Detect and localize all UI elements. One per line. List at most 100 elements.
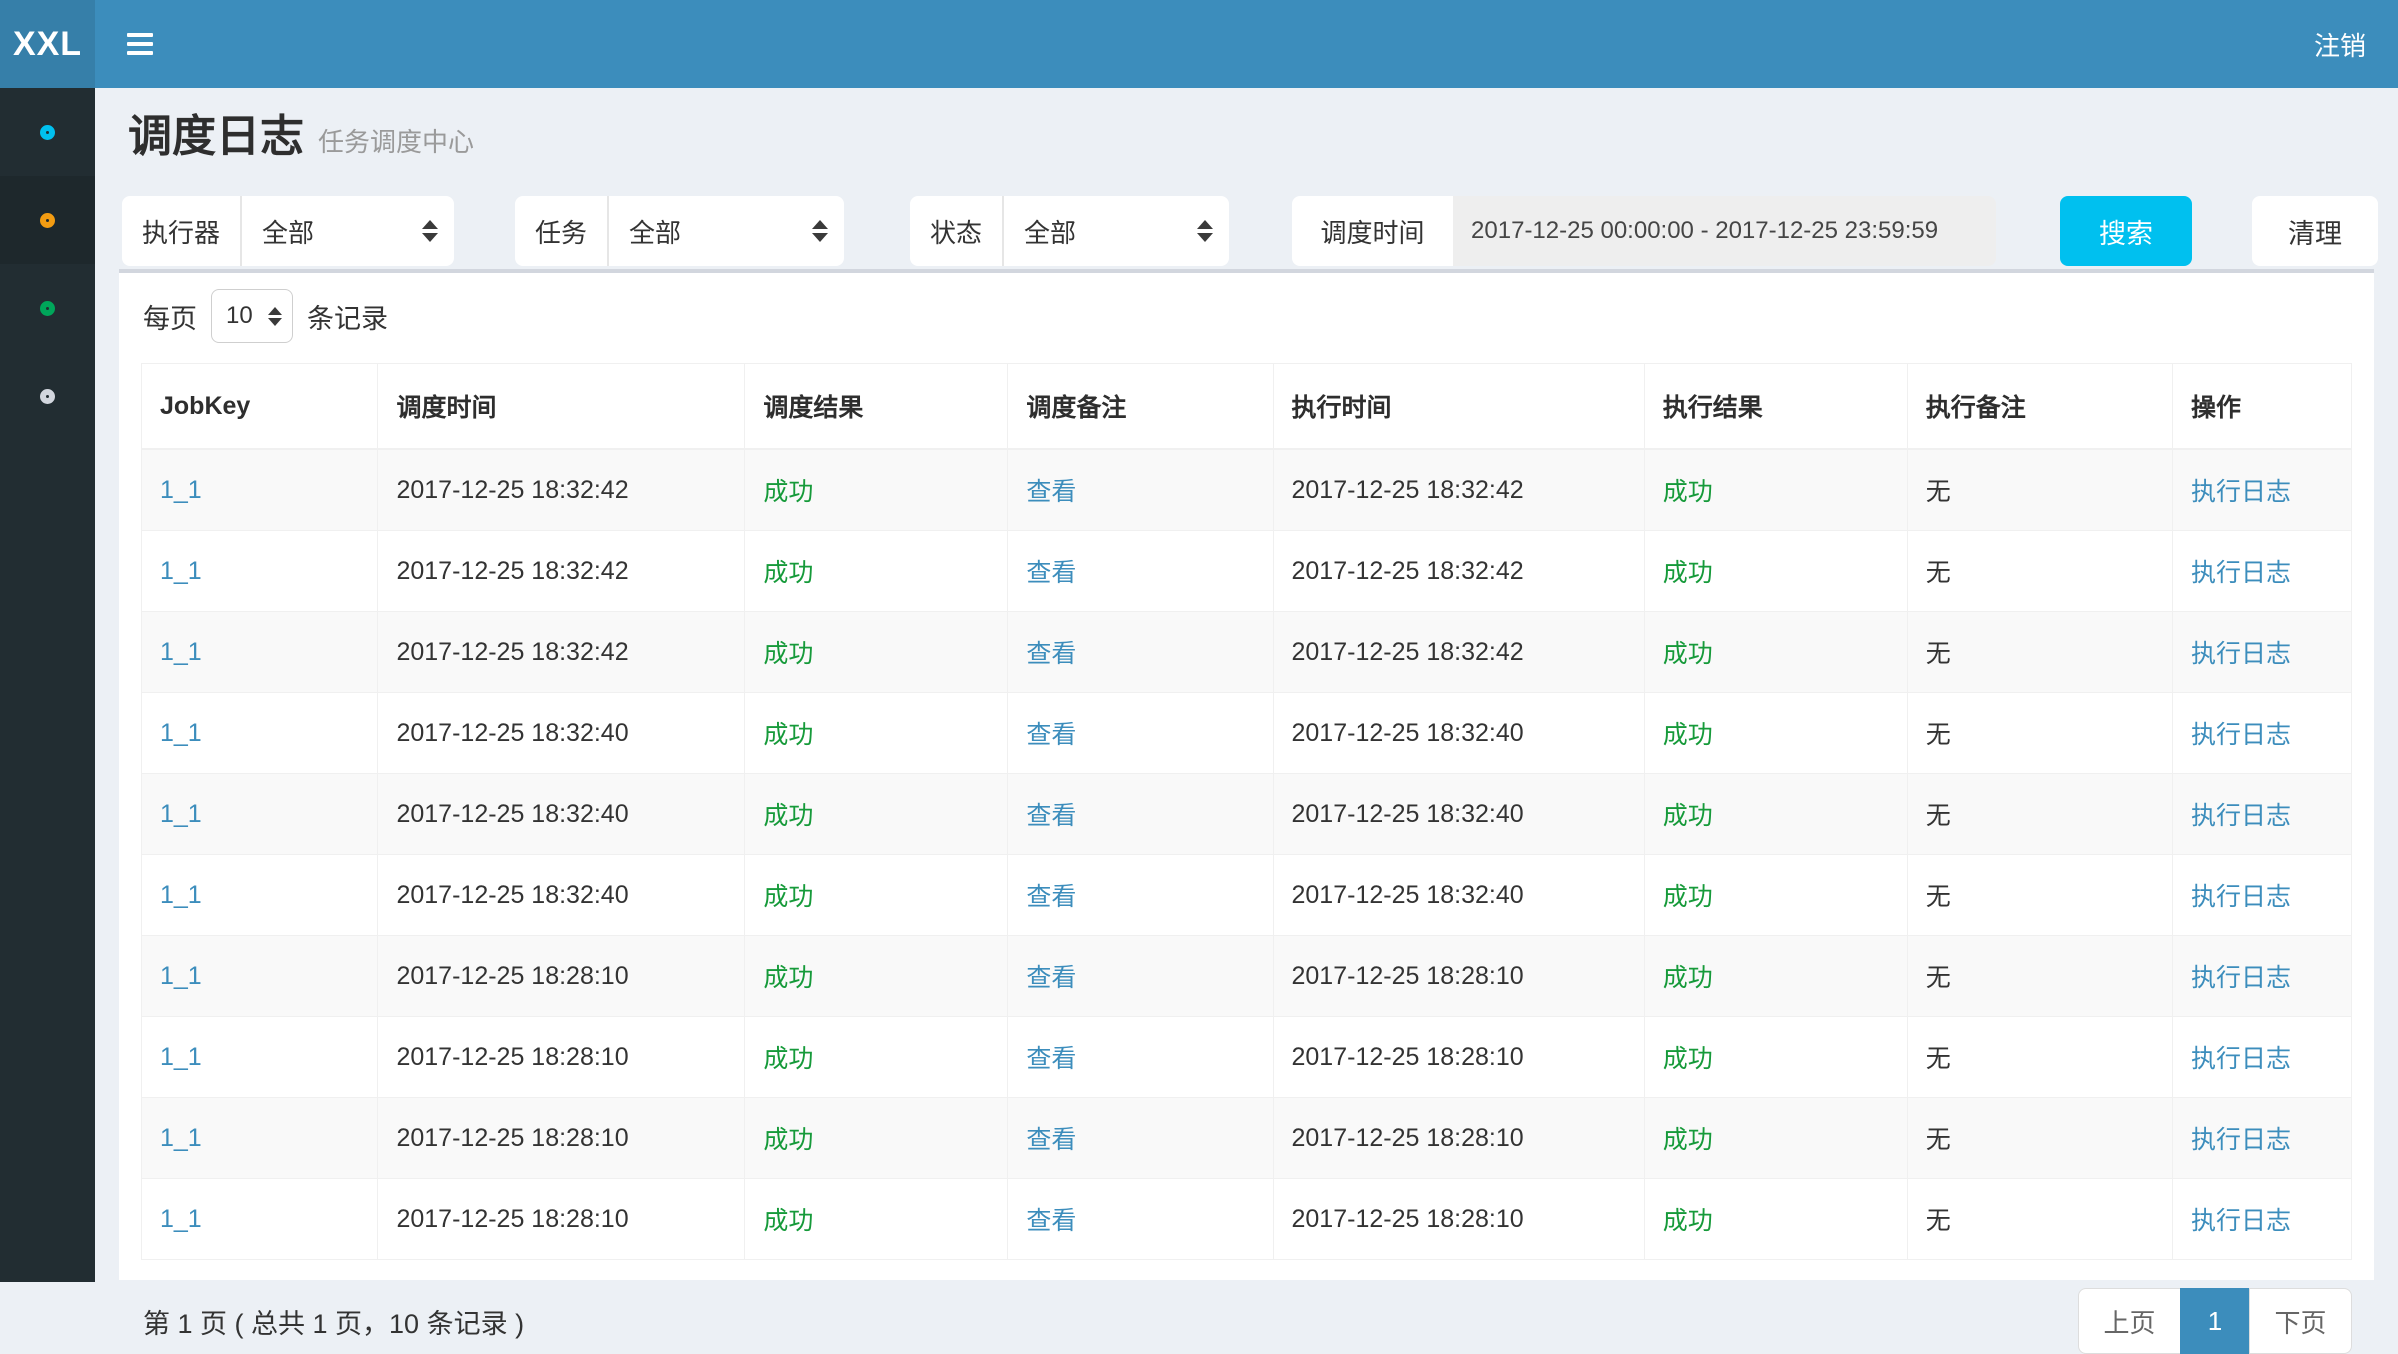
exec-log-link-container: 执行日志	[2172, 612, 2351, 693]
jobkey-link[interactable]: 1_1	[160, 800, 202, 828]
jobkey-link[interactable]: 1_1	[160, 881, 202, 909]
trigger-msg-link[interactable]: 查看	[1026, 559, 1076, 587]
trigger-time-cell-container: 2017-12-25 18:32:40	[378, 774, 745, 855]
sidebar-toggle-button[interactable]	[127, 28, 153, 60]
jobkey-link[interactable]: 1_1	[160, 1205, 202, 1233]
jobkey-link-container: 1_1	[142, 1017, 378, 1098]
trigger-result-cell-container: 成功	[745, 693, 1008, 774]
page-title: 调度日志任务调度中心	[128, 112, 2398, 163]
sidebar-item-3[interactable]	[0, 264, 95, 352]
jobkey-link-container: 1_1	[142, 693, 378, 774]
trigger-msg-link[interactable]: 查看	[1026, 721, 1076, 749]
jobkey-link[interactable]: 1_1	[160, 476, 202, 504]
trigger-result-cell: 成功	[763, 1126, 813, 1154]
trigger-msg-link-container: 查看	[1008, 936, 1273, 1017]
trigger-time-cell: 2017-12-25 18:28:10	[396, 1205, 628, 1233]
exec-log-link[interactable]: 执行日志	[2191, 1126, 2291, 1154]
handle-result-cell: 成功	[1663, 883, 1713, 911]
col-handle-msg: 执行备注	[1907, 364, 2172, 450]
jobkey-link[interactable]: 1_1	[160, 1124, 202, 1152]
trigger-msg-link[interactable]: 查看	[1026, 1207, 1076, 1235]
page-size-select[interactable]: 10	[211, 289, 293, 343]
exec-log-link[interactable]: 执行日志	[2191, 964, 2291, 992]
sidebar-item-4[interactable]	[0, 352, 95, 440]
col-trigger-result: 调度结果	[745, 364, 1008, 450]
next-page-button[interactable]: 下页	[2249, 1288, 2352, 1354]
trigger-time-cell-container: 2017-12-25 18:32:42	[378, 531, 745, 612]
sidebar-item-1[interactable]	[0, 88, 95, 176]
clear-log-button[interactable]: 清理	[2252, 196, 2378, 266]
exec-log-link[interactable]: 执行日志	[2191, 721, 2291, 749]
trigger-result-cell-container: 成功	[745, 449, 1008, 531]
exec-log-link[interactable]: 执行日志	[2191, 640, 2291, 668]
trigger-time-cell: 2017-12-25 18:32:40	[396, 719, 628, 747]
trigger-msg-link[interactable]: 查看	[1026, 964, 1076, 992]
sidebar	[0, 88, 95, 1282]
circle-o-icon	[40, 389, 55, 404]
exec-log-link[interactable]: 执行日志	[2191, 1045, 2291, 1073]
exec-log-link[interactable]: 执行日志	[2191, 478, 2291, 506]
status-filter-select[interactable]: 全部	[1004, 196, 1229, 266]
brand-logo[interactable]: XXL	[0, 0, 95, 88]
trigger-result-cell: 成功	[763, 559, 813, 587]
handle-result-cell-container: 成功	[1644, 612, 1907, 693]
jobkey-link[interactable]: 1_1	[160, 962, 202, 990]
exec-log-link[interactable]: 执行日志	[2191, 802, 2291, 830]
jobkey-link[interactable]: 1_1	[160, 557, 202, 585]
handle-result-cell: 成功	[1663, 559, 1713, 587]
trigger-msg-link[interactable]: 查看	[1026, 640, 1076, 668]
handle-result-cell: 成功	[1663, 721, 1713, 749]
page-size-prefix-label: 每页	[143, 297, 197, 336]
current-page-button[interactable]: 1	[2180, 1288, 2250, 1354]
trigger-time-cell: 2017-12-25 18:32:40	[396, 800, 628, 828]
trigger-result-cell-container: 成功	[745, 1017, 1008, 1098]
trigger-msg-link[interactable]: 查看	[1026, 802, 1076, 830]
handle-time-cell: 2017-12-25 18:32:40	[1292, 719, 1524, 747]
trigger-msg-link[interactable]: 查看	[1026, 883, 1076, 911]
table-row: 1_1 2017-12-25 18:32:40 成功 查看 2017-12-25 18:…	[142, 855, 2352, 936]
trigger-result-cell: 成功	[763, 640, 813, 668]
trigger-result-cell-container: 成功	[745, 531, 1008, 612]
trigger-time-cell: 2017-12-25 18:32:40	[396, 881, 628, 909]
trigger-time-cell: 2017-12-25 18:32:42	[396, 557, 628, 585]
trigger-time-filter-label: 调度时间	[1292, 196, 1453, 266]
jobkey-link[interactable]: 1_1	[160, 1043, 202, 1071]
col-jobkey: JobKey	[142, 364, 378, 450]
handle-msg-cell-container: 无	[1907, 774, 2172, 855]
prev-page-button[interactable]: 上页	[2078, 1288, 2181, 1354]
handle-time-cell: 2017-12-25 18:28:10	[1292, 1043, 1524, 1071]
log-table-panel: 每页 10 条记录 JobKey 调度时间 调度结果 调度备注 执行时间 执行结…	[119, 269, 2374, 1280]
jobkey-link[interactable]: 1_1	[160, 719, 202, 747]
page-size-suffix-label: 条记录	[307, 297, 388, 336]
handle-time-cell-container: 2017-12-25 18:28:10	[1273, 1098, 1644, 1179]
exec-log-link[interactable]: 执行日志	[2191, 883, 2291, 911]
logout-link[interactable]: 注销	[2314, 26, 2366, 63]
handle-result-cell-container: 成功	[1644, 855, 1907, 936]
job-filter-value: 全部	[629, 213, 681, 250]
sidebar-item-2[interactable]	[0, 176, 95, 264]
exec-log-link-container: 执行日志	[2172, 693, 2351, 774]
trigger-msg-link-container: 查看	[1008, 1098, 1273, 1179]
handle-time-cell-container: 2017-12-25 18:32:40	[1273, 855, 1644, 936]
status-filter-group: 状态 全部	[910, 196, 1229, 266]
handle-time-cell: 2017-12-25 18:32:42	[1292, 476, 1524, 504]
exec-log-link[interactable]: 执行日志	[2191, 559, 2291, 587]
top-navbar: XXL 注销	[0, 0, 2398, 88]
jobkey-link[interactable]: 1_1	[160, 638, 202, 666]
search-button[interactable]: 搜索	[2060, 196, 2192, 266]
trigger-msg-link[interactable]: 查看	[1026, 1126, 1076, 1154]
table-header: JobKey 调度时间 调度结果 调度备注 执行时间 执行结果 执行备注 操作	[142, 364, 2352, 450]
trigger-msg-link[interactable]: 查看	[1026, 1045, 1076, 1073]
handle-time-cell: 2017-12-25 18:28:10	[1292, 962, 1524, 990]
handle-time-cell: 2017-12-25 18:28:10	[1292, 1124, 1524, 1152]
trigger-result-cell-container: 成功	[745, 1098, 1008, 1179]
job-filter-select[interactable]: 全部	[609, 196, 844, 266]
trigger-msg-link[interactable]: 查看	[1026, 478, 1076, 506]
executor-filter-select[interactable]: 全部	[242, 196, 454, 266]
handle-msg-cell-container: 无	[1907, 449, 2172, 531]
page-subtitle: 任务调度中心	[318, 127, 474, 157]
exec-log-link[interactable]: 执行日志	[2191, 1207, 2291, 1235]
exec-log-link-container: 执行日志	[2172, 1179, 2351, 1260]
trigger-time-range-input[interactable]: 2017-12-25 00:00:00 - 2017-12-25 23:59:5…	[1453, 196, 1996, 266]
handle-result-cell-container: 成功	[1644, 449, 1907, 531]
